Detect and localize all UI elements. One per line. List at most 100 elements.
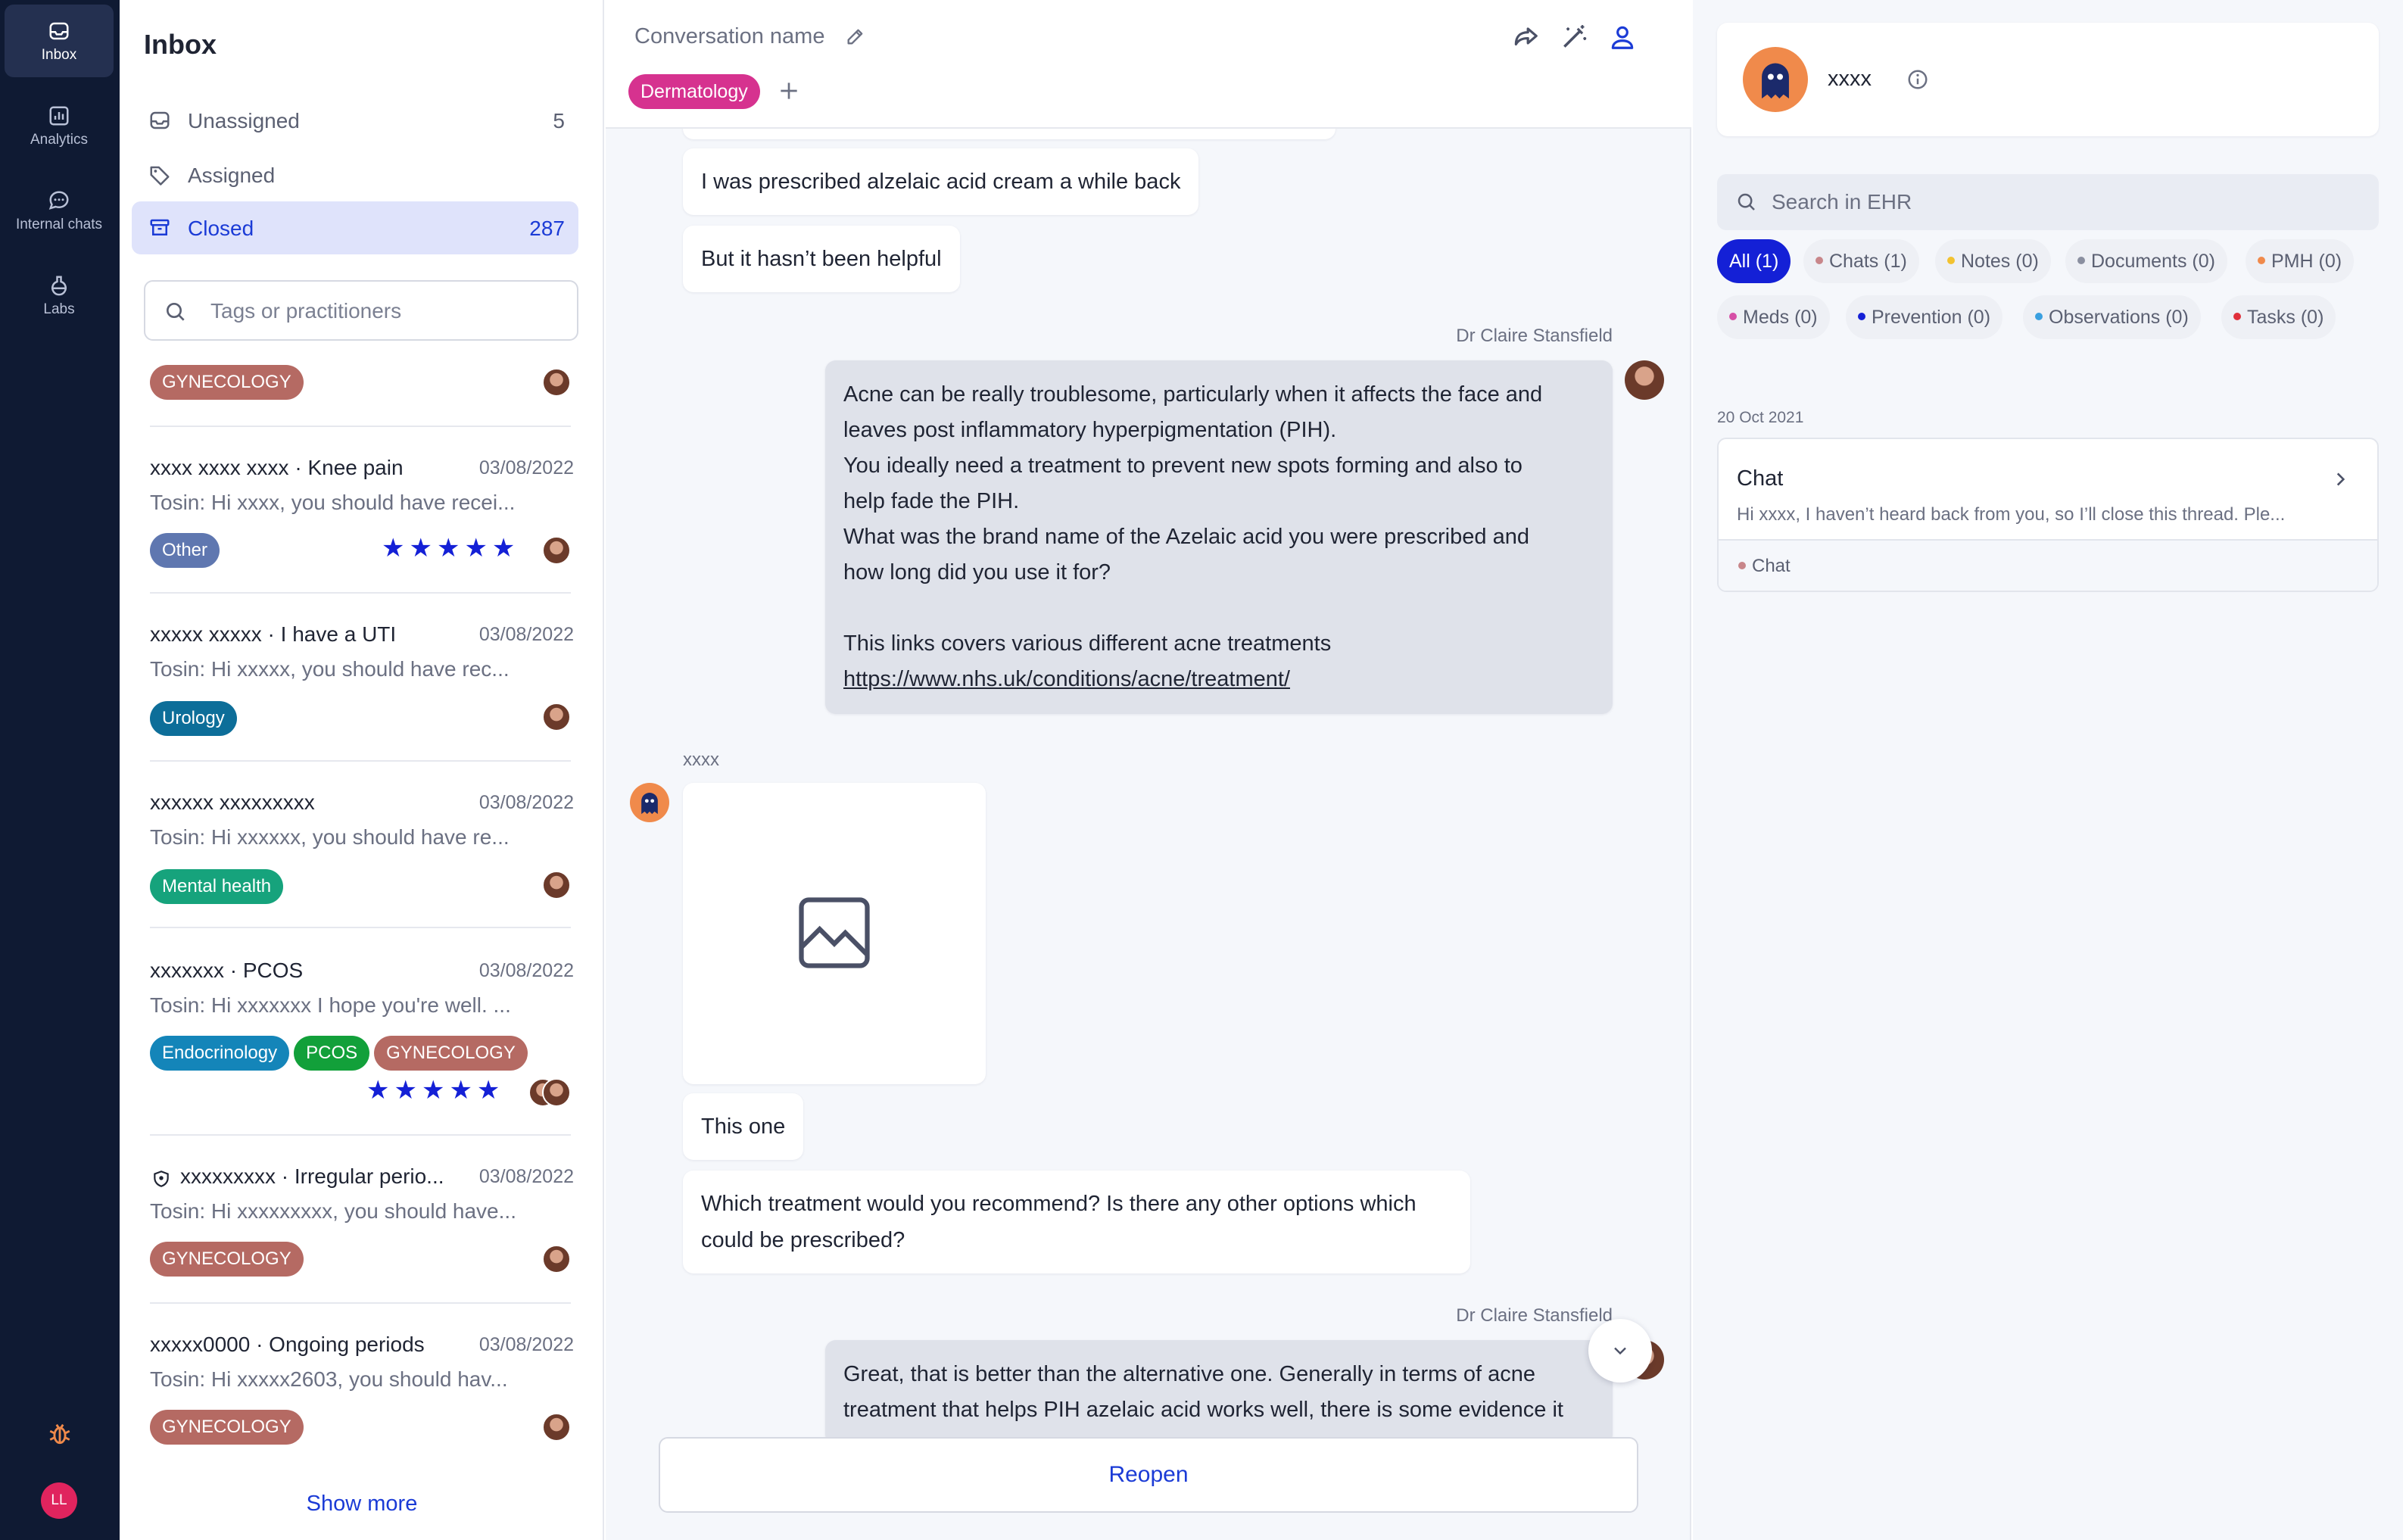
message-bubble: Which treatment would you recommend? Is … — [683, 1171, 1470, 1273]
tag-urology: Urology — [150, 701, 237, 736]
list-item[interactable]: xxxx xxxx xxxx · Knee pain 03/08/2022 To… — [150, 456, 574, 577]
practitioner-avatar — [542, 368, 571, 397]
message-bubble: I was prescribed alzelaic acid cream a w… — [683, 148, 1199, 215]
user-icon[interactable] — [1608, 23, 1637, 51]
record-preview: Hi xxxx, I haven’t heard back from you, … — [1737, 504, 2286, 525]
tags-search-input[interactable] — [210, 292, 559, 330]
list-item[interactable]: xxxxxx xxxxxxxxx 03/08/2022 Tosin: Hi xx… — [150, 790, 574, 912]
scroll-to-bottom-button[interactable] — [1588, 1319, 1652, 1383]
folder-assigned[interactable]: Assigned — [132, 148, 578, 201]
patient-avatar — [630, 783, 669, 822]
image-attachment[interactable] — [683, 783, 986, 1084]
patient-name: xxxx — [1828, 67, 1872, 91]
inbox-search — [144, 280, 578, 341]
nav-item-label: Labs — [43, 301, 75, 317]
practitioner-avatar — [542, 1413, 571, 1442]
folder-label: Assigned — [188, 164, 276, 187]
practitioner-avatar — [542, 1245, 571, 1273]
search-icon — [167, 303, 185, 321]
patient-profile-card: xxxx — [1717, 23, 2379, 136]
tag-gynecology: GYNECOLOGY — [374, 1036, 528, 1071]
show-more-link[interactable]: Show more — [120, 1492, 604, 1517]
conversation-date: 03/08/2022 — [478, 624, 574, 645]
tag-other: Other — [150, 533, 220, 568]
share-icon[interactable] — [1511, 23, 1540, 51]
nav-item-inbox[interactable]: Inbox — [5, 5, 114, 77]
filter-all[interactable]: All (1) — [1717, 239, 1791, 283]
filter-prevention[interactable]: Prevention (0) — [1846, 295, 2003, 339]
nav-item-labs[interactable]: Labs — [5, 259, 114, 332]
message-bubble: This one — [683, 1093, 804, 1160]
filter-tasks[interactable]: Tasks (0) — [2221, 295, 2336, 339]
conversation-tag-dermatology[interactable]: Dermatology — [628, 74, 760, 109]
practitioner-avatar — [542, 1078, 571, 1107]
conversation-name: xxxxxxx · PCOS — [150, 959, 304, 982]
folder-unassigned[interactable]: Unassigned 5 — [132, 94, 578, 147]
conversation-preview: Tosin: Hi xxxxx2603, you should hav... — [150, 1367, 508, 1391]
ehr-search-input[interactable] — [1772, 183, 2362, 221]
list-item[interactable]: xxxxx xxxxx · I have a UTI 03/08/2022 To… — [150, 622, 574, 744]
pencil-icon[interactable] — [845, 26, 866, 47]
filter-chats[interactable]: Chats (1) — [1803, 239, 1919, 283]
status-dot — [1947, 257, 1955, 265]
filter-pmh[interactable]: PMH (0) — [2246, 239, 2355, 283]
message-bubble-doctor: Great, that is better than the alternati… — [825, 1340, 1613, 1445]
conversation-preview: Tosin: Hi xxxx, you should have recei... — [150, 491, 516, 514]
practitioner-avatar — [542, 703, 571, 731]
rating-stars: ★★★★★ — [382, 534, 520, 563]
sender-name: xxxx — [683, 750, 719, 770]
folder-closed[interactable]: Closed 287 — [132, 201, 578, 254]
nav-rail: Inbox Analytics Internal chats Labs LL — [0, 0, 120, 1540]
filter-documents[interactable]: Documents (0) — [2065, 239, 2227, 283]
list-item[interactable]: GYNECOLOGY — [150, 365, 574, 403]
record-footer: Chat — [1719, 539, 2377, 591]
message-link[interactable]: https://www.nhs.uk/conditions/acne/treat… — [843, 667, 1290, 691]
inbox-title: Inbox — [144, 29, 217, 60]
status-dot — [1738, 561, 1746, 569]
message-line: Acne can be really troublesome, particul… — [843, 382, 1543, 407]
inbox-panel: Inbox Unassigned 5 Assigned Closed 287 G… — [120, 0, 604, 1540]
record-tag: Chat — [1738, 556, 1791, 577]
ehr-record-card[interactable]: Chat Hi xxxx, I haven’t heard back from … — [1717, 438, 2379, 592]
nav-item-label: Inbox — [41, 47, 77, 63]
list-item[interactable]: xxxxxxxxx · Irregular perio... 03/08/202… — [150, 1164, 574, 1286]
tag-gynecology: GYNECOLOGY — [150, 1242, 304, 1277]
nav-item-internal-chats[interactable]: Internal chats — [5, 174, 114, 247]
filter-meds[interactable]: Meds (0) — [1717, 295, 1830, 339]
user-avatar[interactable]: LL — [41, 1482, 77, 1519]
status-dot — [1815, 257, 1823, 265]
status-dot — [1729, 313, 1737, 321]
message-line: Great, that is better than the alternati… — [843, 1362, 1535, 1386]
filter-label: Observations (0) — [2049, 307, 2189, 328]
folder-count: 5 — [553, 109, 565, 132]
rating-stars: ★★★★★ — [366, 1076, 505, 1105]
status-dot — [2077, 257, 2085, 265]
folder-count: 287 — [529, 217, 565, 240]
filter-notes[interactable]: Notes (0) — [1935, 239, 2051, 283]
message-line: What was the brand name of the Azelaic a… — [843, 525, 1529, 549]
doctor-avatar — [1625, 360, 1664, 400]
message-line: leaves post inflammatory hyperpigmentati… — [843, 418, 1337, 442]
filter-label: PMH (0) — [2271, 251, 2342, 272]
folder-label: Closed — [188, 217, 254, 240]
add-tag-icon[interactable] — [777, 79, 801, 103]
conversation-preview: Tosin: Hi xxxxxx, you should have re... — [150, 825, 510, 849]
conversation-panel: Conversation name Dermatology I was pres… — [606, 0, 1691, 1540]
reopen-button[interactable]: Reopen — [659, 1437, 1638, 1513]
divider — [150, 1134, 571, 1136]
bug-icon[interactable] — [47, 1420, 73, 1446]
practitioner-avatar — [542, 536, 571, 565]
message-line: You ideally need a treatment to prevent … — [843, 454, 1523, 478]
tag-gynecology: GYNECOLOGY — [150, 1410, 304, 1445]
conversation-name: xxxxx xxxxx · I have a UTI — [150, 622, 397, 646]
list-item[interactable]: xxxxx0000 · Ongoing periods 03/08/2022 T… — [150, 1333, 574, 1454]
tag-endocrinology: Endocrinology — [150, 1036, 290, 1071]
message-line: Which treatment would you recommend? Is … — [701, 1192, 1417, 1216]
chevron-down-icon — [1614, 1347, 1626, 1355]
info-icon[interactable] — [1906, 68, 1929, 91]
message-bubble: But it hasn’t been helpful — [683, 226, 960, 292]
list-item[interactable]: xxxxxxx · PCOS 03/08/2022 Tosin: Hi xxxx… — [150, 959, 574, 1110]
filter-observations[interactable]: Observations (0) — [2023, 295, 2201, 339]
nav-item-analytics[interactable]: Analytics — [5, 89, 114, 162]
magic-wand-icon[interactable] — [1560, 23, 1588, 51]
